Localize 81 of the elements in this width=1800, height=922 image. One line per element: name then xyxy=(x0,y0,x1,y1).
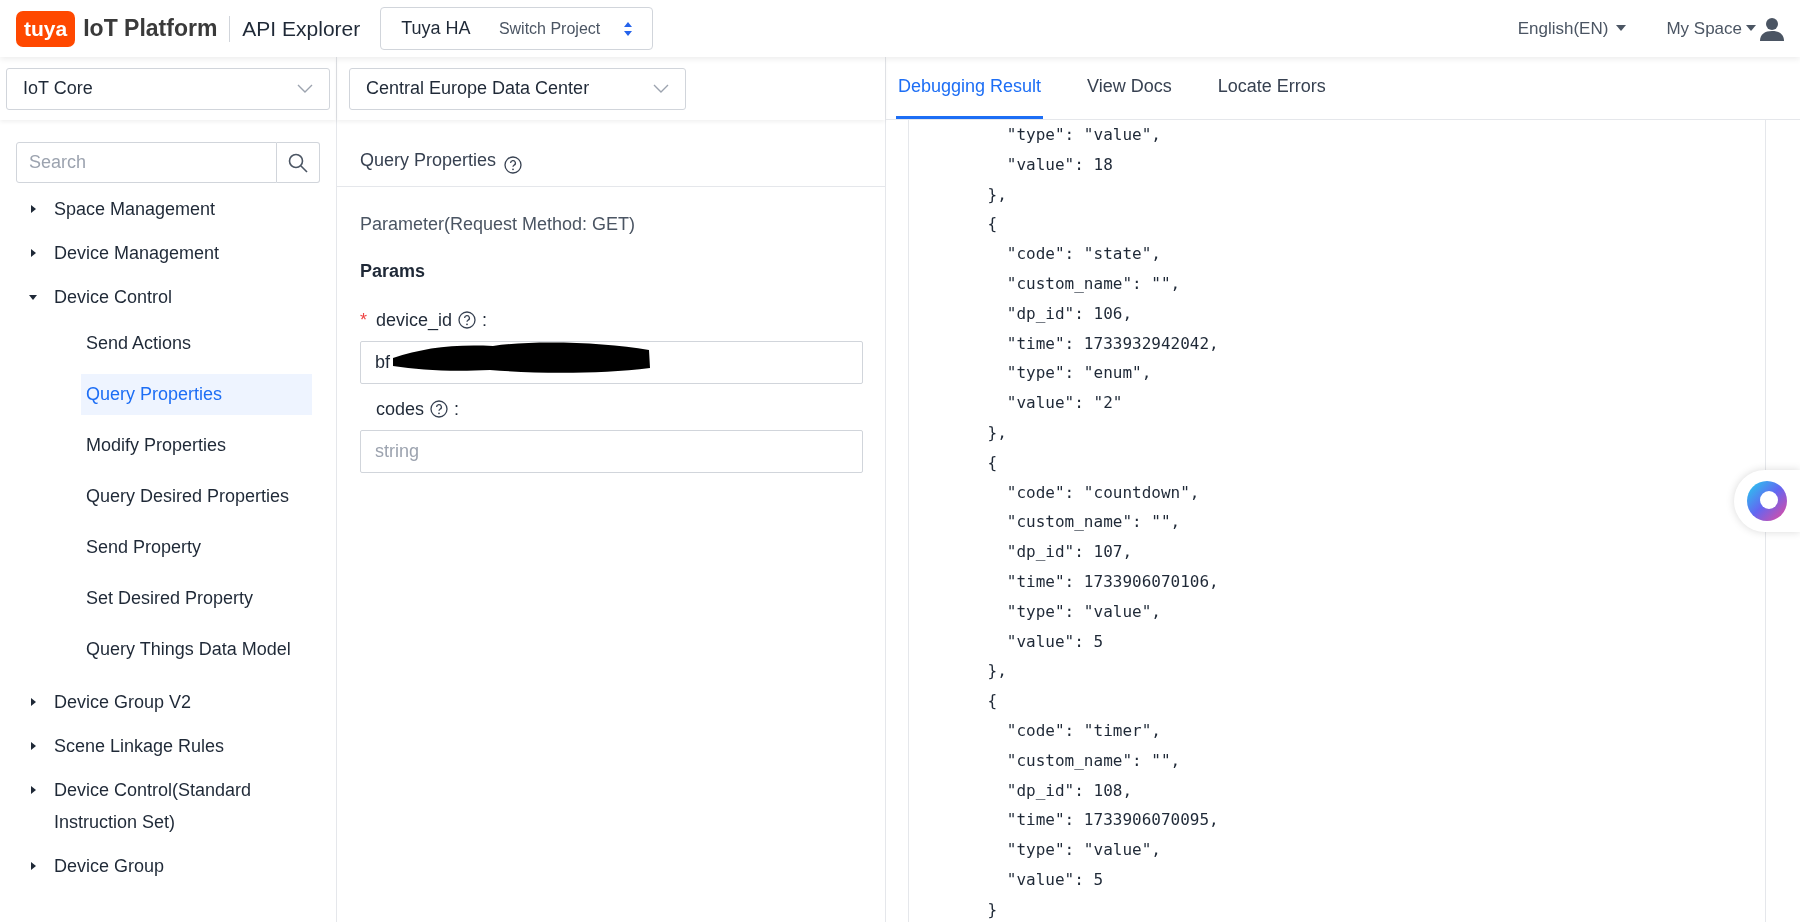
code-line: "value": 5 xyxy=(1005,868,1104,891)
data-center-select[interactable]: Central Europe Data Center xyxy=(349,67,686,110)
search-button[interactable] xyxy=(277,142,320,183)
code-line: "value": 5 xyxy=(1005,630,1104,653)
request-method: Parameter(Request Method: GET) xyxy=(360,213,637,236)
code-line: "type": "value", xyxy=(1005,839,1161,862)
section-title: API Explorer xyxy=(242,15,361,42)
help-icon[interactable] xyxy=(458,311,477,329)
account-menu[interactable]: My Space xyxy=(1666,15,1784,42)
params-heading: Params xyxy=(360,260,427,283)
assistant-icon xyxy=(1746,480,1788,522)
help-icon[interactable] xyxy=(430,400,449,418)
project-switcher[interactable]: Tuya HA Switch Project xyxy=(380,7,654,50)
required-mark: * xyxy=(360,309,367,330)
code-line: "time": 1733906070106, xyxy=(1005,570,1219,593)
caret-icon xyxy=(28,292,38,302)
code-line: }, xyxy=(986,421,1007,444)
tree-item[interactable]: Set Desired Property xyxy=(81,578,312,619)
caret-icon xyxy=(28,697,38,707)
tree-group[interactable]: Device Control(Standard Instruction Set) xyxy=(0,768,336,844)
caret-icon xyxy=(28,204,38,214)
dropdown-caret-icon xyxy=(1616,25,1627,32)
chevron-down-icon xyxy=(653,83,669,94)
code-line: "code": "countdown", xyxy=(1005,481,1200,504)
api-title: Query Properties xyxy=(360,149,497,172)
field-label: codes xyxy=(376,397,425,421)
help-icon[interactable] xyxy=(504,156,523,174)
code-line: } xyxy=(986,898,998,921)
search-field[interactable]: Search xyxy=(16,142,277,183)
language-menu[interactable]: English(EN) xyxy=(1517,15,1627,42)
colon: : xyxy=(482,308,488,332)
tree-group[interactable]: Device Management xyxy=(0,231,336,275)
result-tab[interactable]: Debugging Result xyxy=(896,56,1044,119)
field-label: device_id xyxy=(376,308,453,333)
result-tab[interactable]: View Docs xyxy=(1085,56,1174,119)
code-line: "value": "2" xyxy=(1005,392,1123,415)
code-line: "dp_id": 106, xyxy=(1005,302,1133,325)
code-line: "time": 1733906070095, xyxy=(1005,809,1219,832)
code-line: }, xyxy=(986,660,1007,683)
tree-group[interactable]: Device Group V2 xyxy=(0,680,336,724)
code-line: "custom_name": "", xyxy=(1005,511,1181,534)
code-line: "dp_id": 107, xyxy=(1005,541,1133,564)
code-line: "type": "value", xyxy=(1005,124,1161,146)
dropdown-caret-icon xyxy=(1746,25,1756,32)
result-tab[interactable]: Locate Errors xyxy=(1215,56,1328,119)
product-select[interactable]: IoT Core xyxy=(6,67,330,110)
caret-icon xyxy=(28,785,38,795)
assistant-button[interactable] xyxy=(1734,470,1800,532)
caret-icon xyxy=(28,248,38,258)
code-line: { xyxy=(986,213,998,236)
code-line: "time": 1733932942042, xyxy=(1005,332,1219,355)
code-line: "value": 18 xyxy=(1005,153,1113,176)
tree-group[interactable]: Device Control xyxy=(0,275,336,319)
tree-item[interactable]: Send Property xyxy=(81,527,312,568)
code-line: "code": "state", xyxy=(1005,243,1161,266)
caret-icon xyxy=(28,861,38,871)
sort-icon xyxy=(624,21,633,36)
search-icon xyxy=(288,152,308,173)
tree-item[interactable]: Query Things Data Model xyxy=(81,629,312,670)
user-icon xyxy=(1760,16,1784,41)
input-field[interactable]: bf xyxy=(360,341,863,384)
tree-item[interactable]: Modify Properties xyxy=(81,425,312,466)
caret-icon xyxy=(28,741,38,751)
product-name: IoT Platform xyxy=(83,14,218,44)
tree-item[interactable]: Send Actions xyxy=(81,323,312,364)
colon: : xyxy=(454,397,460,421)
code-line: { xyxy=(986,451,998,474)
code-line: "type": "enum", xyxy=(1005,362,1152,385)
code-line: "custom_name": "", xyxy=(1005,749,1181,772)
tree-item[interactable]: Query Properties xyxy=(81,374,312,415)
code-line: "code": "timer", xyxy=(1005,719,1161,742)
code-line: "custom_name": "", xyxy=(1005,273,1181,295)
code-line: "dp_id": 108, xyxy=(1005,779,1133,802)
tree-group[interactable]: Scene Linkage Rules xyxy=(0,724,336,768)
chevron-down-icon xyxy=(297,83,313,94)
tree-group[interactable]: Device Group xyxy=(0,844,336,888)
tree-group[interactable]: Space Management xyxy=(0,187,336,231)
code-line: "type": "value", xyxy=(1005,600,1161,623)
code-line: }, xyxy=(986,183,1007,206)
code-line: { xyxy=(986,690,998,713)
tree-item[interactable]: Query Desired Properties xyxy=(81,476,312,517)
